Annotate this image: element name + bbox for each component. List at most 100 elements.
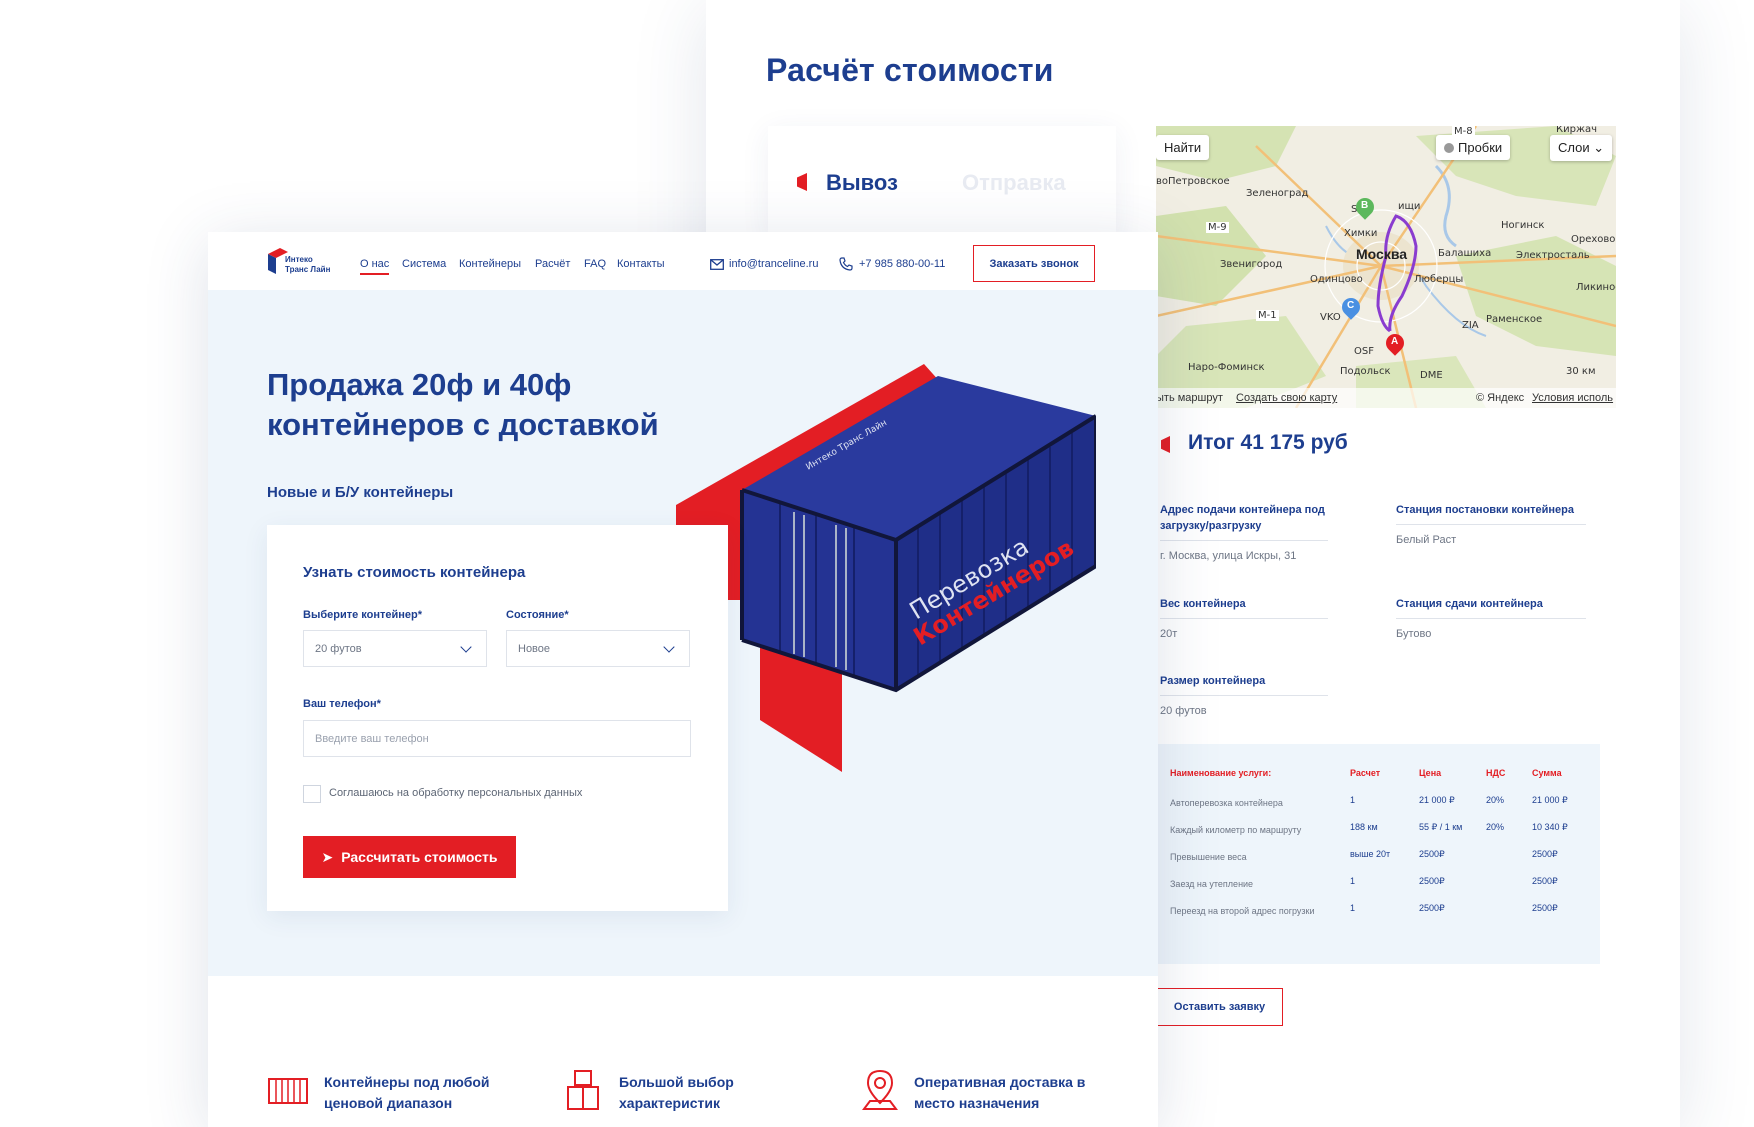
- map-label: Люберцы: [1414, 274, 1464, 285]
- map-road: M-8: [1452, 126, 1475, 137]
- logo-line: Транс Лайн: [285, 265, 331, 274]
- map-label: Подольск: [1340, 366, 1391, 377]
- agree-checkbox[interactable]: [303, 785, 321, 803]
- field-weight: Вес контейнера 20т: [1160, 596, 1328, 640]
- table-header: НДС: [1486, 768, 1506, 778]
- table-cell: Превышение веса: [1170, 852, 1247, 862]
- state-select-label: Состояние*: [506, 609, 569, 621]
- map-road: M-9: [1206, 222, 1229, 233]
- table-cell: 2500₽: [1532, 876, 1558, 886]
- phone-input[interactable]: Введите ваш телефон: [303, 720, 691, 757]
- calculate-button[interactable]: ➤ Рассчитать стоимость: [303, 836, 516, 878]
- map-route-link[interactable]: ыть маршрут: [1156, 392, 1223, 404]
- table-cell: Каждый километр по маршруту: [1170, 825, 1302, 835]
- nav-contacts[interactable]: Контакты: [617, 258, 665, 270]
- map-traffic-label: Пробки: [1458, 140, 1503, 155]
- map-label: Зеленоград: [1246, 188, 1309, 199]
- table-cell: 21 000 ₽: [1532, 795, 1568, 805]
- logo-text[interactable]: Интеко Транс Лайн: [285, 255, 330, 275]
- field-label: Станция сдачи контейнера: [1396, 596, 1586, 619]
- nav-faq[interactable]: FAQ: [584, 258, 606, 270]
- map-city: Москва: [1356, 246, 1408, 262]
- tab-pickup[interactable]: Вывоз: [826, 170, 898, 196]
- total-price: Итог 41 175 руб: [1188, 431, 1348, 454]
- hero-subtitle: Новые и Б/У контейнеры: [267, 484, 454, 501]
- field-value: Белый Раст: [1396, 534, 1457, 546]
- table-cell: 1: [1350, 903, 1356, 913]
- table-cell: 55 ₽ / 1 км: [1419, 822, 1463, 832]
- map-find-button[interactable]: Найти: [1156, 135, 1210, 160]
- container-illustration: Перевозка Контейнеров Интеко Транс Лайн: [676, 364, 1096, 772]
- field-label: Размер контейнера: [1160, 673, 1328, 696]
- table-cell: 2500₽: [1419, 849, 1445, 859]
- table-cell: 1: [1350, 876, 1356, 886]
- pin-label: C: [1347, 300, 1355, 311]
- container-select-label: Выберите контейнер*: [303, 609, 423, 621]
- feature-fast-delivery: Оперативная доставка в место назначения: [914, 1074, 1086, 1111]
- map-road: M-1: [1256, 310, 1279, 321]
- table-cell: 2500₽: [1419, 903, 1445, 913]
- form-title: Узнать стоимость контейнера: [303, 564, 526, 581]
- leave-request-button[interactable]: Оставить заявку: [1156, 988, 1283, 1026]
- map-label: DME: [1420, 370, 1443, 381]
- table-cell: 20%: [1486, 822, 1505, 832]
- map-label: ZIA: [1462, 320, 1479, 331]
- map-label: Ликино-: [1576, 282, 1616, 293]
- field-size: Размер контейнера 20 футов: [1160, 673, 1328, 717]
- mail-icon: [710, 259, 724, 270]
- nav-containers[interactable]: Контейнеры: [459, 258, 521, 270]
- email-link[interactable]: info@tranceline.ru: [729, 258, 818, 270]
- map-label: Наро-Фоминск: [1188, 362, 1265, 373]
- map-label: Раменское: [1486, 314, 1543, 325]
- hero-title: Продажа 20ф и 40ф контейнеров с доставко…: [267, 367, 659, 442]
- delivery-pin-icon: [862, 1069, 898, 1110]
- state-select[interactable]: Новое: [506, 630, 690, 667]
- table-cell: 188 км: [1350, 822, 1378, 832]
- table-cell: 2500₽: [1532, 903, 1558, 913]
- container-select-value: 20 футов: [315, 642, 362, 655]
- table-cell: выше 20т: [1350, 849, 1391, 859]
- field-label: Станция постановки контейнера: [1396, 502, 1586, 525]
- request-call-button[interactable]: Заказать звонок: [973, 245, 1095, 282]
- field-value: 20т: [1160, 628, 1178, 640]
- calc-title: Расчёт стоимости: [766, 52, 1054, 88]
- agree-label: Соглашаюсь на обработку персональных дан…: [329, 787, 583, 799]
- traffic-light-icon: [1444, 143, 1454, 153]
- field-station-end: Станция сдачи контейнера Бутово: [1396, 596, 1586, 640]
- table-cell: Заезд на утепление: [1170, 879, 1254, 889]
- field-value: Бутово: [1396, 628, 1432, 640]
- phone-icon: [839, 257, 853, 271]
- nav-calc[interactable]: Расчёт: [535, 258, 570, 270]
- map-label: Ногинск: [1501, 220, 1545, 231]
- phone-field-label: Ваш телефон*: [303, 698, 381, 710]
- phone-link[interactable]: +7 985 880-00-11: [859, 258, 945, 270]
- map-label: воПетровское: [1156, 176, 1230, 187]
- feature-characteristics: Большой выбор характеристик: [619, 1074, 734, 1111]
- map-layers-button[interactable]: Слои ⌄: [1550, 135, 1613, 161]
- chevron-down-icon: ⌄: [1593, 140, 1605, 155]
- tab-send[interactable]: Отправка: [962, 170, 1066, 196]
- map-label: Электросталь: [1516, 250, 1590, 261]
- feature-price-range: Контейнеры под любой ценовой диапазон: [324, 1074, 490, 1111]
- table-cell: 2500₽: [1532, 849, 1558, 859]
- map-traffic-button[interactable]: Пробки: [1436, 135, 1511, 160]
- table-cell: 20%: [1486, 795, 1505, 805]
- route-map[interactable]: Найти Пробки Слои ⌄ воПетровское Киржач …: [1156, 126, 1616, 408]
- map-label: Орехово: [1571, 234, 1616, 245]
- nav-system[interactable]: Система: [402, 258, 446, 270]
- container-icon: [268, 1078, 308, 1104]
- field-station-start: Станция постановки контейнера Белый Раст: [1396, 502, 1586, 546]
- map-label: ищи: [1398, 201, 1421, 212]
- calculate-button-label: Рассчитать стоимость: [341, 849, 498, 865]
- field-label: Вес контейнера: [1160, 596, 1328, 619]
- field-pickup-address: Адрес подачи контейнера под загрузку/раз…: [1160, 502, 1328, 562]
- table-header: Сумма: [1532, 768, 1562, 778]
- table-cell: Переезд на второй адрес погрузки: [1170, 906, 1315, 916]
- chevron-down-icon: [460, 641, 472, 653]
- container-select[interactable]: 20 футов: [303, 630, 487, 667]
- map-terms-link[interactable]: Условия исполь: [1532, 392, 1613, 404]
- table-cell: 2500₽: [1419, 876, 1445, 886]
- services-table: Наименование услуги: Расчет Цена НДС Сум…: [1156, 744, 1600, 964]
- map-create-link[interactable]: Создать свою карту: [1236, 392, 1337, 404]
- nav-about[interactable]: О нас: [360, 258, 390, 275]
